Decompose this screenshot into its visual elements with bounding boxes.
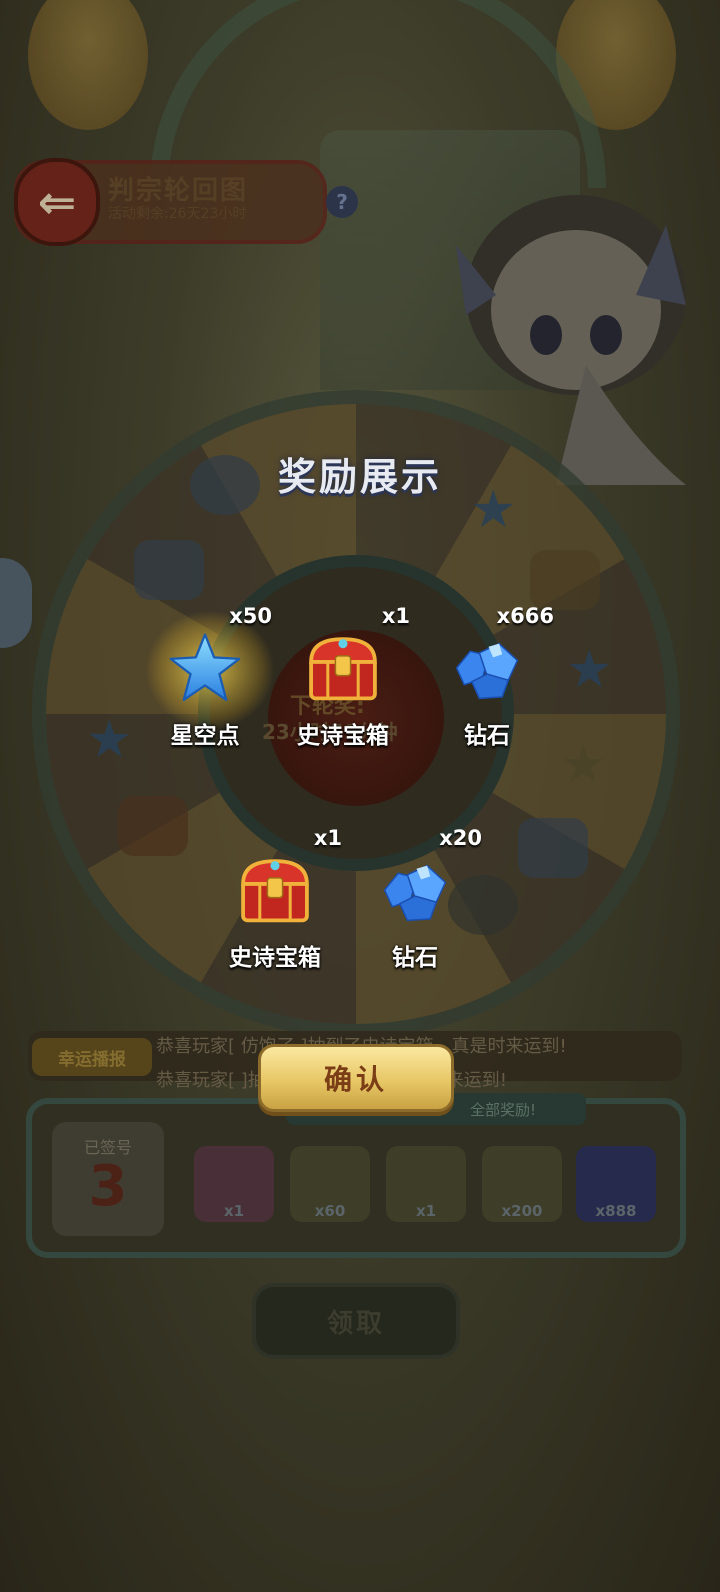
reward-name: 星空点 bbox=[170, 723, 240, 749]
reward-count: x1 bbox=[313, 826, 342, 850]
confirm-button[interactable]: 确认 bbox=[258, 1044, 454, 1112]
diamond-icon bbox=[383, 864, 447, 922]
reward-count: x666 bbox=[496, 604, 554, 628]
reward-name: 史诗宝箱 bbox=[297, 723, 389, 749]
diamond-icon bbox=[455, 642, 519, 700]
reward-item: x1 史诗宝箱 bbox=[268, 604, 418, 764]
modal-overlay[interactable] bbox=[0, 0, 720, 1592]
treasure-chest-icon bbox=[309, 637, 377, 701]
reward-count: x50 bbox=[229, 604, 272, 628]
star-icon bbox=[169, 633, 241, 702]
reward-item: x1 史诗宝箱 bbox=[200, 826, 350, 986]
popup-title: 奖励展示 bbox=[277, 455, 442, 499]
reward-count: x20 bbox=[439, 826, 482, 850]
reward-count: x1 bbox=[381, 604, 410, 628]
reward-name: 史诗宝箱 bbox=[229, 945, 321, 971]
reward-item: x20 钻石 bbox=[340, 826, 490, 986]
reward-item: x666 钻石 bbox=[412, 604, 562, 764]
reward-name: 钻石 bbox=[464, 723, 510, 749]
reward-item: x50 星空点 bbox=[130, 604, 280, 764]
reward-name: 钻石 bbox=[392, 945, 438, 971]
treasure-chest-icon bbox=[241, 859, 309, 923]
